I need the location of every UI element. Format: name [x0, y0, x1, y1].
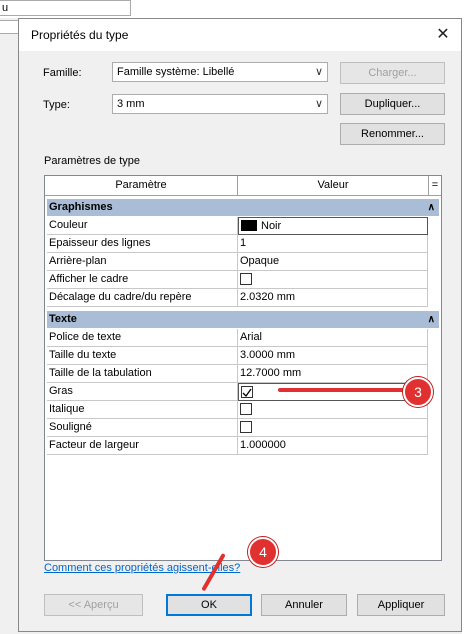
param-value[interactable]: 2.0320 mm	[238, 289, 428, 307]
renommer-button[interactable]: Renommer...	[340, 123, 445, 145]
param-row[interactable]: Facteur de largeur 1.000000	[47, 437, 439, 455]
param-row[interactable]: Couleur Noir	[47, 217, 439, 235]
param-name: Italique	[47, 401, 238, 419]
ok-button[interactable]: OK	[166, 594, 252, 616]
param-value[interactable]: 12.7000 mm	[238, 365, 428, 383]
param-row[interactable]: Police de texte Arial	[47, 329, 439, 347]
gras-checkbox[interactable]	[241, 386, 253, 398]
param-name: Taille du texte	[47, 347, 238, 365]
param-name: Décalage du cadre/du repère	[47, 289, 238, 307]
group-name: Graphismes	[49, 201, 113, 213]
group-header-texte[interactable]: Texte ∧	[47, 311, 439, 328]
param-row[interactable]: Taille du texte 3.0000 mm	[47, 347, 439, 365]
param-name: Gras	[47, 383, 238, 401]
param-value-checkbox-cell[interactable]	[238, 383, 428, 401]
param-value-checkbox-cell[interactable]	[238, 419, 428, 437]
param-value[interactable]: 1.000000	[238, 437, 428, 455]
param-value-checkbox-cell[interactable]	[238, 401, 428, 419]
params-title: Paramètres de type	[44, 155, 140, 167]
param-row[interactable]: Gras	[47, 383, 439, 401]
param-value[interactable]: 1	[238, 235, 428, 253]
title-bar: Propriétés du type ✕	[19, 19, 461, 51]
param-name: Souligné	[47, 419, 238, 437]
type-value: 3 mm	[117, 98, 145, 110]
annotation-badge-3: 3	[403, 377, 433, 407]
param-row[interactable]: Taille de la tabulation 12.7000 mm	[47, 365, 439, 383]
collapse-icon[interactable]: ∧	[428, 311, 435, 328]
annotation-badge-4: 4	[248, 537, 278, 567]
param-value-color[interactable]: Noir	[238, 217, 428, 235]
param-name: Couleur	[47, 217, 238, 235]
afficher-cadre-checkbox[interactable]	[240, 273, 252, 285]
group-header-graphismes[interactable]: Graphismes ∧	[47, 199, 439, 216]
type-properties-dialog: Propriétés du type ✕ Famille: Famille sy…	[18, 18, 462, 632]
param-value[interactable]: Opaque	[238, 253, 428, 271]
chevron-down-icon: ∨	[314, 66, 323, 78]
column-header-equals: =	[429, 176, 441, 196]
param-name: Facteur de largeur	[47, 437, 238, 455]
background-right-strip	[462, 0, 469, 634]
famille-select[interactable]: Famille système: Libellé ∨	[112, 62, 328, 82]
type-label: Type:	[43, 99, 70, 111]
param-row[interactable]: Italique	[47, 401, 439, 419]
group-name: Texte	[49, 313, 77, 325]
param-row[interactable]: Epaisseur des lignes 1	[47, 235, 439, 253]
param-name: Epaisseur des lignes	[47, 235, 238, 253]
color-swatch-icon	[241, 220, 257, 231]
column-header-valeur[interactable]: Valeur	[238, 176, 429, 196]
color-value: Noir	[261, 220, 282, 232]
type-select[interactable]: 3 mm ∨	[112, 94, 328, 114]
background-cell: u	[0, 0, 131, 16]
apercu-button[interactable]: << Aperçu	[44, 594, 143, 616]
annuler-button[interactable]: Annuler	[261, 594, 347, 616]
scrollbar-track[interactable]	[431, 373, 439, 559]
annotation-pointer-3	[278, 388, 406, 392]
famille-value: Famille système: Libellé	[117, 66, 235, 78]
appliquer-button[interactable]: Appliquer	[357, 594, 445, 616]
param-value[interactable]: 3.0000 mm	[238, 347, 428, 365]
param-row[interactable]: Afficher le cadre	[47, 271, 439, 289]
charger-button[interactable]: Charger...	[340, 62, 445, 84]
souligne-checkbox[interactable]	[240, 421, 252, 433]
italique-checkbox[interactable]	[240, 403, 252, 415]
param-row[interactable]: Souligné	[47, 419, 439, 437]
param-value[interactable]: Arial	[238, 329, 428, 347]
type-parameters-grid: Paramètre Valeur = Graphismes ∧ Couleur …	[44, 175, 442, 561]
dialog-title: Propriétés du type	[31, 28, 129, 42]
param-name: Afficher le cadre	[47, 271, 238, 289]
column-header-parametre[interactable]: Paramètre	[45, 176, 238, 196]
param-name: Arrière-plan	[47, 253, 238, 271]
dupliquer-button[interactable]: Dupliquer...	[340, 93, 445, 115]
param-name: Taille de la tabulation	[47, 365, 238, 383]
param-value-checkbox-cell[interactable]	[238, 271, 428, 289]
collapse-icon[interactable]: ∧	[428, 199, 435, 216]
param-name: Police de texte	[47, 329, 238, 347]
param-row[interactable]: Arrière-plan Opaque	[47, 253, 439, 271]
background-window: u	[0, 0, 469, 34]
param-row[interactable]: Décalage du cadre/du repère 2.0320 mm	[47, 289, 439, 307]
checkmark-icon	[242, 388, 252, 398]
chevron-down-icon: ∨	[314, 98, 323, 110]
close-icon[interactable]: ✕	[431, 23, 455, 47]
famille-label: Famille:	[43, 67, 82, 79]
